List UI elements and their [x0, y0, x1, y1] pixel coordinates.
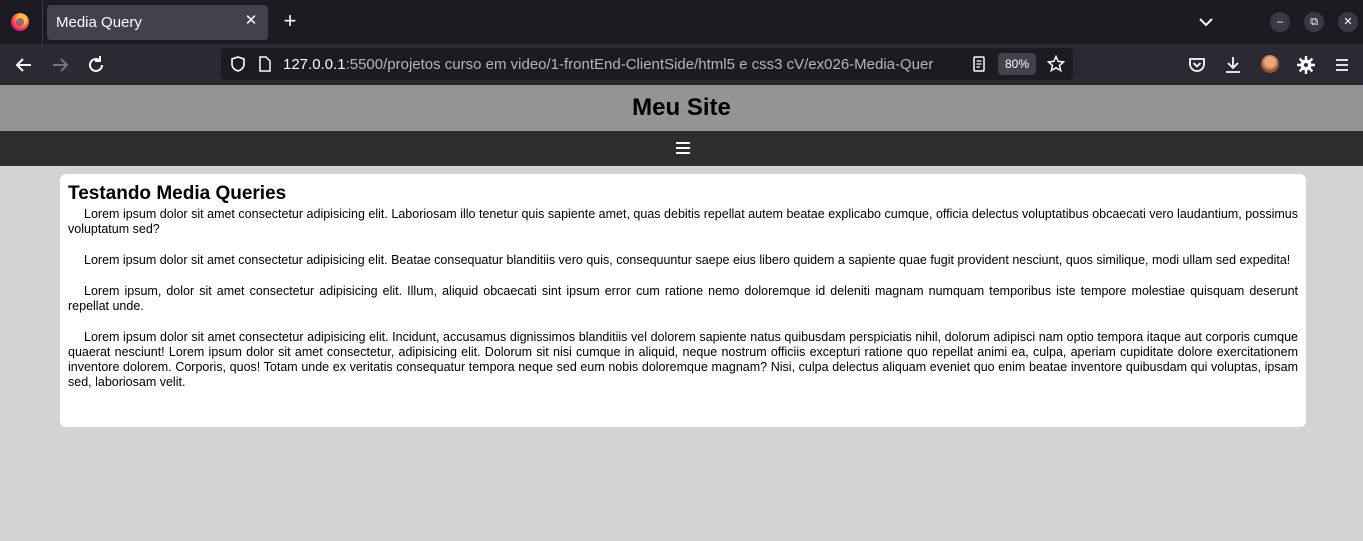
menu-bar: [676, 147, 690, 149]
article-card: Testando Media Queries Lorem ipsum dolor…: [60, 174, 1306, 427]
url-path: :5500/projetos curso em video/1-frontEnd…: [345, 56, 934, 73]
restore-button[interactable]: ⧉: [1304, 12, 1324, 32]
page-icon[interactable]: [257, 56, 273, 72]
extension-gear-icon[interactable]: [1295, 54, 1317, 76]
menu-bar: [676, 142, 690, 144]
new-tab-button[interactable]: +: [280, 10, 300, 32]
url-host: 127.0.0.1: [283, 56, 346, 73]
download-icon[interactable]: [1222, 54, 1244, 76]
url-text[interactable]: 127.0.0.1:5500/projetos curso em video/1…: [283, 56, 963, 73]
close-window-button[interactable]: ✕: [1338, 12, 1358, 32]
web-page: Meu Site Testando Media Queries Lorem ip…: [0, 85, 1363, 541]
article-paragraph: Lorem ipsum dolor sit amet consectetur a…: [84, 253, 1291, 267]
reader-view-icon[interactable]: [971, 56, 987, 72]
menu-toggle-icon[interactable]: [676, 142, 690, 154]
firefox-logo-icon[interactable]: [11, 13, 29, 31]
site-header: Meu Site: [0, 85, 1363, 131]
site-title: Meu Site: [632, 94, 731, 121]
article-paragraph: Lorem ipsum dolor sit amet consectetur a…: [68, 207, 1298, 236]
back-icon[interactable]: [13, 54, 35, 76]
forward-icon[interactable]: [49, 54, 71, 76]
url-bar[interactable]: 127.0.0.1:5500/projetos curso em video/1…: [221, 48, 1073, 80]
shield-icon[interactable]: [229, 55, 247, 73]
bookmark-star-icon[interactable]: [1047, 55, 1065, 73]
site-nav: [0, 131, 1363, 166]
zoom-level-button[interactable]: 80%: [998, 53, 1036, 75]
tab-close-icon[interactable]: ✕: [242, 12, 260, 30]
tab-separator: [42, 0, 43, 44]
hamburger-menu-icon[interactable]: [1331, 54, 1353, 76]
tab-list-chevron-icon[interactable]: [1197, 13, 1215, 31]
minimize-button[interactable]: –: [1270, 12, 1290, 32]
browser-tab-bar: Media Query ✕ + – ⧉ ✕: [0, 0, 1363, 44]
article-paragraph: Lorem ipsum dolor sit amet consectetur a…: [68, 330, 1298, 389]
menu-bar: [676, 152, 690, 154]
browser-toolbar: 127.0.0.1:5500/projetos curso em video/1…: [0, 44, 1363, 85]
avatar[interactable]: [1261, 55, 1279, 73]
pocket-icon[interactable]: [1186, 54, 1208, 76]
tab-title: Media Query: [56, 14, 142, 31]
article-heading: Testando Media Queries: [68, 183, 287, 204]
article-paragraph: Lorem ipsum, dolor sit amet consectetur …: [68, 284, 1298, 313]
reload-icon[interactable]: [85, 54, 107, 76]
browser-tab[interactable]: Media Query ✕: [47, 5, 268, 40]
